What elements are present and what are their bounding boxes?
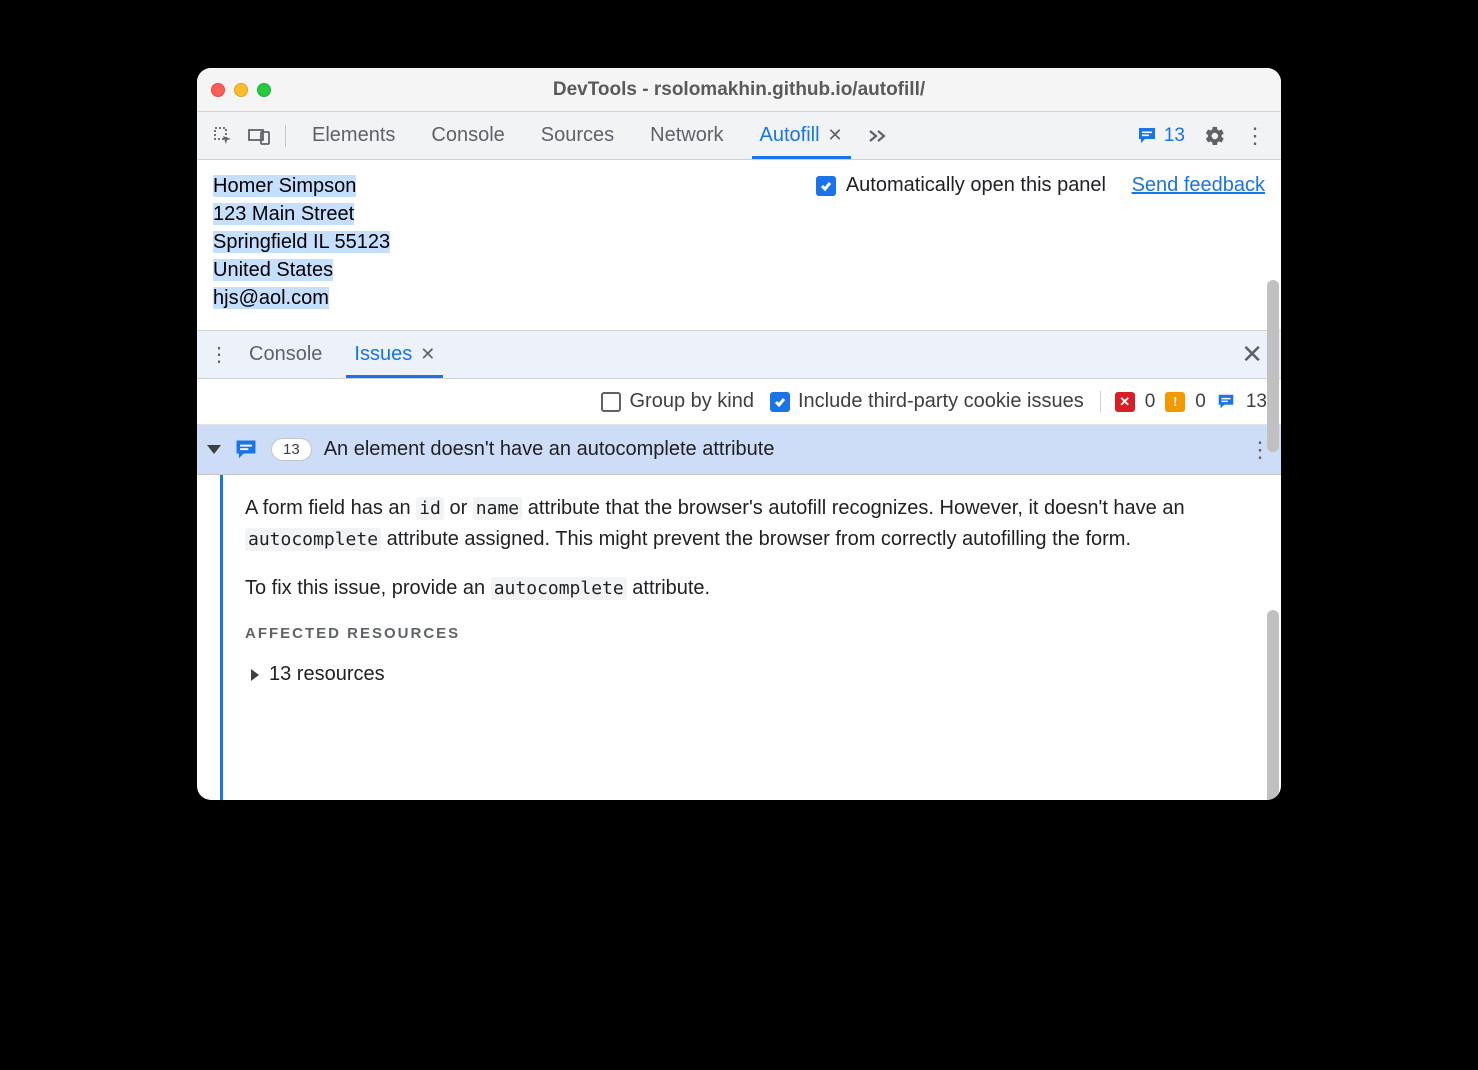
close-icon[interactable]: ✕ [828,125,843,146]
close-icon[interactable]: ✕ [420,344,435,365]
issue-header-row[interactable]: 13 An element doesn't have an autocomple… [197,425,1281,475]
devtools-toolbar: Elements Console Sources Network Autofil… [197,112,1281,160]
code-fragment: autocomplete [491,577,627,600]
warning-icon: ! [1165,392,1185,412]
minimize-window-button[interactable] [234,83,248,97]
issues-filter-bar: Group by kind Include third-party cookie… [197,379,1281,425]
group-by-kind-checkbox[interactable]: Group by kind [601,390,754,413]
resources-expand[interactable]: 13 resources [251,659,1251,690]
issue-rail [197,475,245,800]
address-line: Homer Simpson [213,175,356,197]
auto-open-checkbox[interactable] [816,176,836,196]
code-fragment: name [473,497,522,520]
issues-count: 13 [1164,125,1185,147]
issue-text-fragment: To fix this issue, provide an [245,577,491,599]
auto-open-label: Automatically open this panel [846,174,1106,197]
include-3p-checkbox[interactable]: Include third-party cookie issues [770,390,1084,413]
devtools-window: DevTools - rsolomakhin.github.io/autofil… [197,68,1281,800]
issue-body: A form field has an id or name attribute… [197,475,1281,800]
tab-sources[interactable]: Sources [523,112,632,159]
checkbox-icon [601,392,621,412]
scrollbar-thumb[interactable] [1267,280,1279,452]
device-toolbar-icon[interactable] [241,118,277,154]
issue-text-fragment: or [444,497,473,519]
tab-elements[interactable]: Elements [294,112,413,159]
warning-count: 0 [1195,391,1206,413]
panel-tabs: Elements Console Sources Network Autofil… [294,112,1128,159]
issue-category-icon [233,437,259,463]
tab-console[interactable]: Console [413,112,522,159]
issue-text-fragment: attribute assigned. This might prevent t… [381,528,1131,550]
checkbox-icon [770,392,790,412]
resources-count-label: 13 resources [269,659,385,690]
scrollbar-thumb[interactable] [1267,610,1279,800]
info-count: 13 [1246,391,1267,413]
issue-severity-counters: ✕ 0 ! 0 13 [1100,391,1267,413]
issue-title: An element doesn't have an autocomplete … [324,438,775,461]
separator [285,125,286,147]
error-count: 0 [1145,391,1156,413]
expand-icon[interactable] [207,445,221,454]
drawer-tab-console[interactable]: Console [233,331,338,378]
titlebar: DevTools - rsolomakhin.github.io/autofil… [197,68,1281,112]
error-icon: ✕ [1115,392,1135,412]
code-fragment: id [416,497,444,520]
issue-text-fragment: attribute. [627,577,710,599]
issue-count-badge: 13 [271,438,312,461]
affected-resources-label: AFFECTED RESOURCES [245,622,1251,645]
traffic-lights [211,83,271,97]
drawer-tab-issues-label: Issues [354,343,412,366]
send-feedback-link[interactable]: Send feedback [1132,174,1265,197]
auto-open-row: Automatically open this panel Send feedb… [816,174,1265,197]
include-3p-label: Include third-party cookie issues [798,390,1084,413]
tab-network[interactable]: Network [632,112,741,159]
issue-description: A form field has an id or name attribute… [245,475,1281,800]
toolbar-right: 13 ⋮ [1128,118,1273,154]
issue-text-fragment: attribute that the browser's autofill re… [522,497,1184,519]
expand-icon [251,669,259,681]
content-area: Homer Simpson 123 Main Street Springfiel… [197,160,1281,800]
autofill-panel: Homer Simpson 123 Main Street Springfiel… [197,160,1281,331]
code-fragment: autocomplete [245,528,381,551]
window-title: DevTools - rsolomakhin.github.io/autofil… [197,79,1281,101]
issues-counter[interactable]: 13 [1128,121,1193,151]
more-tabs-icon[interactable] [861,112,895,159]
autofill-address: Homer Simpson 123 Main Street Springfiel… [213,172,390,312]
address-line: Springfield IL 55123 [213,231,390,253]
settings-icon[interactable] [1197,118,1233,154]
address-line: United States [213,259,333,281]
drawer-tabs: ⋮ Console Issues ✕ ✕ [197,331,1281,379]
more-menu-icon[interactable]: ⋮ [1237,118,1273,154]
info-icon [1216,392,1236,412]
drawer-menu-icon[interactable]: ⋮ [205,342,233,367]
zoom-window-button[interactable] [257,83,271,97]
inspect-icon[interactable] [205,118,241,154]
drawer-tab-issues[interactable]: Issues ✕ [338,331,451,378]
address-line: 123 Main Street [213,203,354,225]
group-by-kind-label: Group by kind [629,390,754,413]
issue-text-fragment: A form field has an [245,497,416,519]
tab-autofill[interactable]: Autofill ✕ [742,112,861,159]
tab-autofill-label: Autofill [760,124,820,147]
address-line: hjs@aol.com [213,287,329,309]
close-window-button[interactable] [211,83,225,97]
